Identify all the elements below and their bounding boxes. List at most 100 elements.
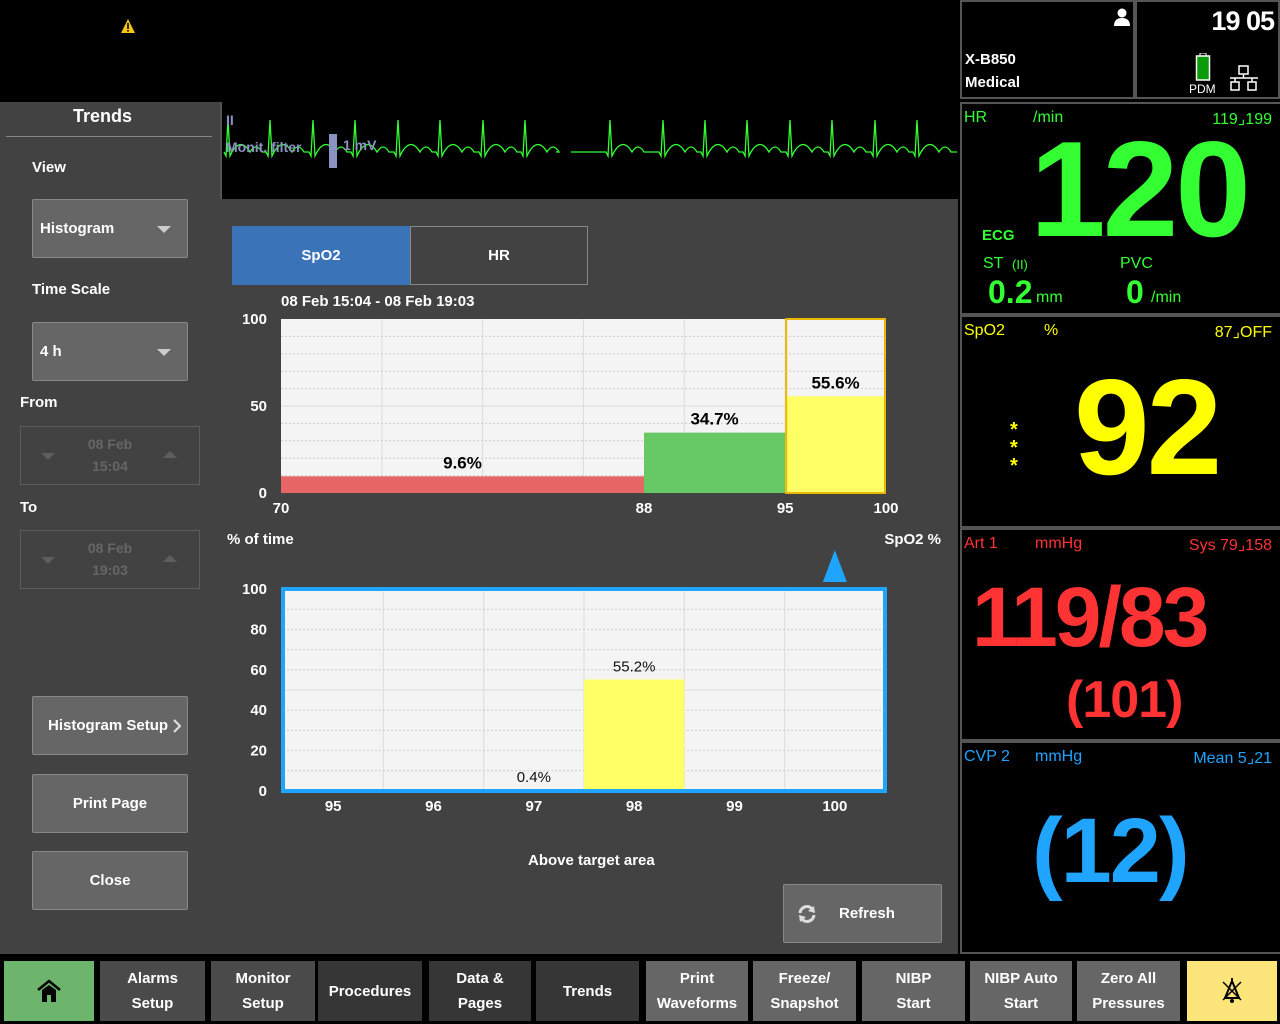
st-unit: mm [1036,289,1063,306]
alarm-silence-icon [1222,978,1242,1003]
procedures-button[interactable]: Procedures [318,961,422,1021]
timescale-dropdown[interactable]: 4 h [32,322,188,381]
spo2-panel[interactable]: SpO2 % 87⌟OFF *** 92 [960,315,1280,528]
home-icon [37,979,61,1002]
zero-all-pressures-label: Zero All Pressures [1092,970,1165,1012]
histogram-bar[interactable] [281,476,644,493]
timescale-value: 4 h [40,343,62,360]
x-tick-label: 96 [425,798,442,815]
to-spinner[interactable]: 08 Feb 19:03 [20,530,200,589]
from-label: From [20,394,58,411]
battery-label: PDM [1189,82,1216,96]
warning-triangle-icon[interactable] [120,18,136,34]
print-page-button[interactable]: Print Page [32,774,188,833]
x-tick-label: 95 [777,500,794,517]
print-waveforms-button[interactable]: Print Waveforms [646,961,748,1021]
spo2-value: 92 [1074,351,1222,503]
y-tick-label: 100 [242,581,267,598]
spo2-signal-quality: *** [1010,419,1018,477]
view-value: Histogram [40,220,115,237]
art-unit: mmHg [1035,535,1083,552]
x-tick-label: 88 [636,500,653,517]
above-target-histogram[interactable]: 95 96 0.4% 97 55.2% 98 99 100 0 20 40 60 80 100 [225,545,955,825]
refresh-icon [798,904,816,923]
x-tick-label: 98 [626,798,643,815]
trends-button[interactable]: Trends [536,961,639,1021]
nibp-auto-start-label: NIBP Auto Start [984,970,1058,1012]
refresh-button[interactable]: Refresh [783,884,942,943]
view-label: View [32,159,66,176]
art-label: Art 1 [964,535,998,552]
freeze-snapshot-label: Freeze/ Snapshot [770,970,839,1012]
to-date: 08 Feb [87,540,133,556]
nibp-start-label: NIBP Start [895,970,932,1012]
clock-panel[interactable]: 19 05 PDM [1135,0,1280,99]
user-icon [1114,8,1130,26]
y-tick-label: 0 [259,783,267,800]
histogram-bar[interactable] [584,679,685,791]
increment-icon[interactable] [163,451,177,458]
art-limits: Sys 79⌟158 [1188,537,1272,554]
hr-label: HR [964,109,988,126]
cvp-label: CVP 2 [964,748,1010,765]
bar-label: 0.4% [517,769,551,786]
x-tick-label: 100 [873,500,898,517]
nibp-auto-start-button[interactable]: NIBP Auto Start [970,961,1072,1021]
x-tick-label: 97 [525,798,542,815]
tab-spo2[interactable]: SpO2 [232,226,410,285]
alarms-setup-button[interactable]: Alarms Setup [100,961,205,1021]
cvp-limits: Mean 5⌟21 [1193,750,1272,767]
histogram-bar[interactable] [644,432,786,493]
nibp-start-button[interactable]: NIBP Start [862,961,965,1021]
ecg-filter-label: Monit. filter [226,139,302,155]
alarm-silence-button[interactable] [1187,961,1277,1021]
from-spinner[interactable]: 08 Feb 15:04 [20,426,200,485]
data-pages-button[interactable]: Data & Pages [429,961,531,1021]
y-tick-label: 40 [250,702,267,719]
spo2-label: SpO2 [964,322,1005,339]
histogram-setup-button[interactable]: Histogram Setup [32,696,188,755]
x-tick-label: 100 [822,798,847,815]
cvp-panel[interactable]: CVP 2 mmHg Mean 5⌟21 (12) [960,741,1280,954]
art-panel[interactable]: Art 1 mmHg Sys 79⌟158 119/83 (101) [960,528,1280,741]
pvc-value: 0 [1126,274,1144,310]
tab-hr[interactable]: HR [410,226,588,285]
zero-all-pressures-button[interactable]: Zero All Pressures [1077,961,1180,1021]
freeze-snapshot-button[interactable]: Freeze/ Snapshot [753,961,856,1021]
monitor-setup-button[interactable]: Monitor Setup [211,961,315,1021]
y-tick-label: 0 [259,485,267,502]
data-pages-label: Data & Pages [456,970,504,1012]
cvp-unit: mmHg [1035,748,1083,765]
from-time: 15:04 [92,458,128,474]
increment-icon[interactable] [163,555,177,562]
device-info-panel[interactable]: X-B850 Medical [960,0,1135,99]
trends-title: Trends [72,106,133,126]
timescale-label: Time Scale [32,281,111,298]
above-target-label: Above target area [528,852,655,869]
time-range: 08 Feb 15:04 - 08 Feb 19:03 [281,293,475,310]
ecg-scale-bar [329,134,337,168]
bar-label: 55.2% [613,658,656,675]
st-value: 0.2 [988,274,1033,310]
cvp-value: (12) [1032,800,1190,902]
from-date: 08 Feb [87,436,133,452]
hr-source: ECG [982,227,1015,244]
alarms-setup-label: Alarms Setup [127,970,178,1012]
x-tick-label: 70 [273,500,290,517]
hr-panel[interactable]: HR /min 119⌟199 120 ECG ST (II) 0.2 mm P… [960,102,1280,315]
histogram-setup-label: Histogram Setup [48,717,169,734]
histogram-bar[interactable] [785,396,886,493]
y-tick-label: 20 [250,743,267,760]
chevron-down-icon [157,226,171,233]
spo2-unit: % [1044,322,1059,339]
bar-label: 9.6% [443,453,482,472]
view-dropdown[interactable]: Histogram [32,199,188,258]
target-marker-icon[interactable] [822,550,847,582]
spo2-histogram[interactable]: 9.6%34.7%55.6%05010070 88 95 100% of time Sp… [225,310,955,550]
pvc-label: PVC [1120,255,1153,272]
home-button[interactable] [4,961,94,1021]
ecg-scale-label: 1 mV [343,137,377,153]
monitor-setup-label: Monitor Setup [235,970,291,1012]
close-button[interactable]: Close [32,851,188,910]
ecg-waveform[interactable]: II Monit. filter 1 mV [220,102,958,199]
